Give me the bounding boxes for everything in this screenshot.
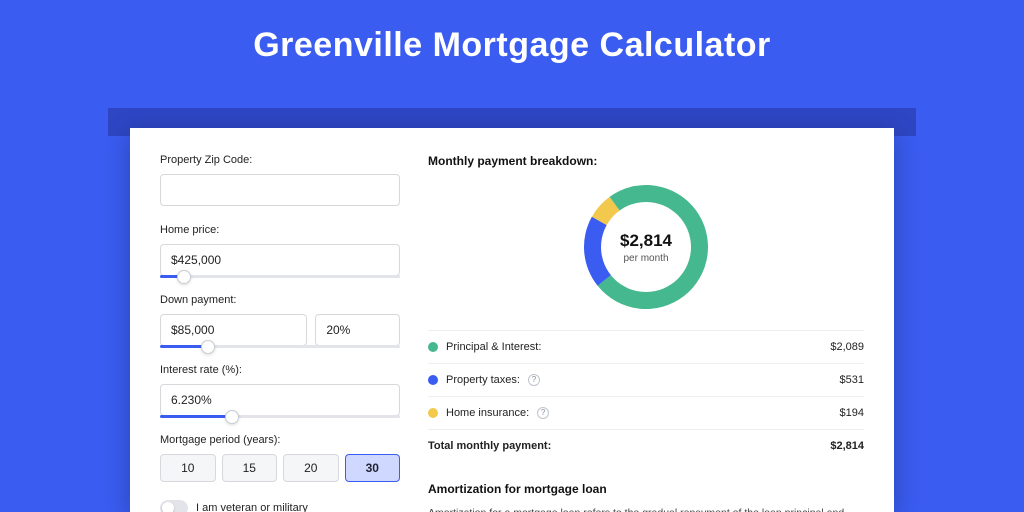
down-payment-input[interactable] — [160, 314, 307, 346]
legend-label: Principal & Interest: — [446, 341, 541, 353]
legend-value: $194 — [840, 407, 864, 419]
page-title: Greenville Mortgage Calculator — [0, 0, 1024, 87]
legend-row: Property taxes:? $531 — [428, 363, 864, 396]
down-payment-slider-thumb[interactable] — [201, 340, 215, 354]
calculator-card: Property Zip Code: Home price: Down paym… — [130, 128, 894, 512]
legend-label: Property taxes: — [446, 374, 520, 386]
period-option-20[interactable]: 20 — [283, 454, 339, 482]
legend-value: $531 — [840, 374, 864, 386]
veteran-label: I am veteran or military — [196, 502, 308, 512]
help-icon[interactable]: ? — [537, 407, 549, 419]
legend-total-row: Total monthly payment: $2,814 — [428, 429, 864, 462]
donut-amount: $2,814 — [620, 231, 672, 251]
donut-chart: $2,814 per month — [581, 182, 711, 312]
breakdown-column: Monthly payment breakdown: $2,814 per mo… — [428, 154, 864, 512]
veteran-toggle-knob — [162, 502, 174, 512]
period-label: Mortgage period (years): — [160, 434, 400, 446]
zip-input[interactable] — [160, 174, 400, 206]
donut-sub: per month — [623, 253, 668, 264]
home-price-label: Home price: — [160, 224, 400, 236]
rate-slider[interactable] — [160, 415, 400, 418]
down-payment-group: Down payment: — [160, 294, 400, 346]
period-group: 10 15 20 30 — [160, 454, 400, 482]
legend-label: Home insurance: — [446, 407, 529, 419]
period-group-wrap: Mortgage period (years): 10 15 20 30 — [160, 434, 400, 482]
period-option-10[interactable]: 10 — [160, 454, 216, 482]
rate-slider-thumb[interactable] — [225, 410, 239, 424]
amort-text: Amortization for a mortgage loan refers … — [428, 506, 864, 512]
legend-value: $2,089 — [830, 341, 864, 353]
legend-total-label: Total monthly payment: — [428, 440, 551, 452]
legend-rows: Principal & Interest: $2,089 Property taxe… — [428, 330, 864, 429]
period-option-30[interactable]: 30 — [345, 454, 401, 482]
veteran-row: I am veteran or military — [160, 500, 400, 512]
down-payment-slider[interactable] — [160, 345, 400, 348]
home-price-input[interactable] — [160, 244, 400, 276]
donut-center: $2,814 per month — [601, 202, 691, 292]
home-price-slider[interactable] — [160, 275, 400, 278]
rate-group: Interest rate (%): — [160, 364, 400, 416]
down-payment-label: Down payment: — [160, 294, 400, 306]
rate-label: Interest rate (%): — [160, 364, 400, 376]
legend-color-dot — [428, 342, 438, 352]
amort-title: Amortization for mortgage loan — [428, 482, 864, 496]
legend-color-dot — [428, 408, 438, 418]
legend-row: Home insurance:? $194 — [428, 396, 864, 429]
breakdown-title: Monthly payment breakdown: — [428, 154, 864, 168]
rate-slider-fill — [160, 415, 232, 418]
veteran-toggle[interactable] — [160, 500, 188, 512]
zip-group: Property Zip Code: — [160, 154, 400, 206]
form-column: Property Zip Code: Home price: Down paym… — [160, 154, 400, 512]
legend-total-value: $2,814 — [830, 440, 864, 452]
home-price-slider-thumb[interactable] — [177, 270, 191, 284]
rate-input[interactable] — [160, 384, 400, 416]
zip-label: Property Zip Code: — [160, 154, 400, 166]
down-payment-pct-input[interactable] — [315, 314, 400, 346]
home-price-group: Home price: — [160, 224, 400, 276]
divider — [428, 462, 864, 476]
help-icon[interactable]: ? — [528, 374, 540, 386]
legend-color-dot — [428, 375, 438, 385]
legend-row: Principal & Interest: $2,089 — [428, 330, 864, 363]
donut-wrap: $2,814 per month — [428, 182, 864, 312]
period-option-15[interactable]: 15 — [222, 454, 278, 482]
